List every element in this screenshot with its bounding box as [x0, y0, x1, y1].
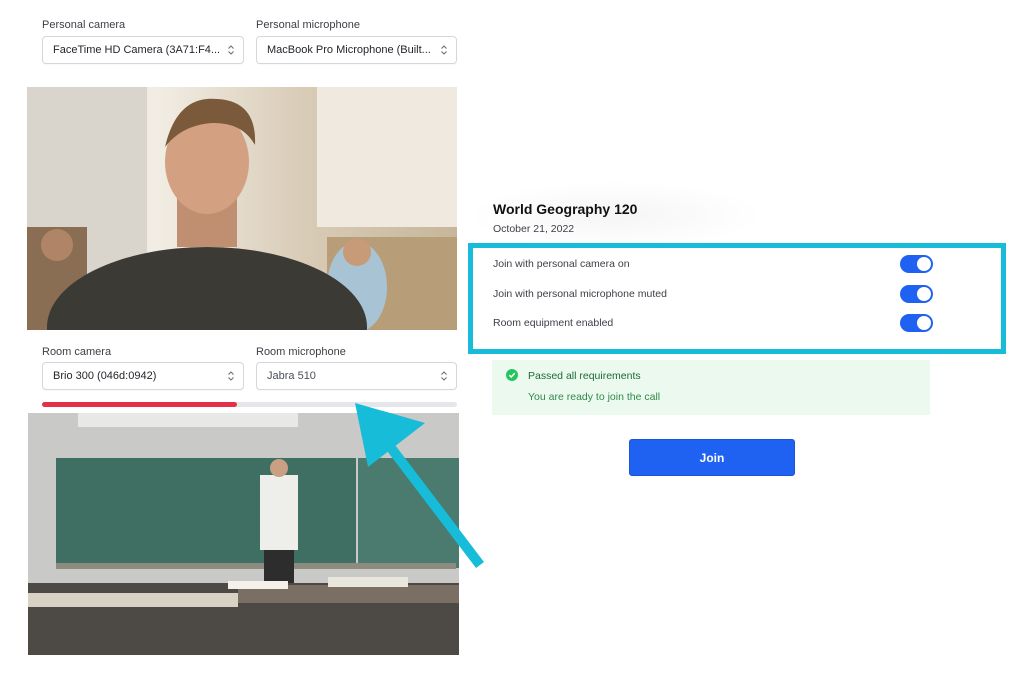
personal-camera-image	[27, 87, 457, 330]
room-camera-label: Room camera	[42, 346, 112, 358]
requirements-status-box	[492, 360, 930, 415]
room-microphone-select[interactable]: Jabra 510	[256, 362, 457, 390]
join-button[interactable]: Join	[629, 439, 795, 476]
check-circle-icon	[506, 369, 518, 381]
options-highlight-box	[468, 243, 1006, 354]
chevron-updown-icon	[441, 45, 447, 55]
personal-camera-label: Personal camera	[42, 19, 126, 31]
requirements-title: Passed all requirements	[528, 370, 641, 382]
personal-microphone-select[interactable]: MacBook Pro Microphone (Built...	[256, 36, 457, 64]
meeting-date: October 21, 2022	[493, 223, 575, 235]
room-camera-image	[28, 413, 459, 655]
room-microphone-value: Jabra 510	[267, 370, 316, 382]
room-microphone-label: Room microphone	[256, 346, 346, 358]
room-microphone-level-meter	[42, 402, 457, 407]
personal-microphone-label: Personal microphone	[256, 19, 360, 31]
requirements-subtitle: You are ready to join the call	[528, 391, 661, 403]
room-camera-preview	[28, 413, 459, 655]
chevron-updown-icon	[228, 371, 234, 381]
room-camera-value: Brio 300 (046d:0942)	[53, 370, 157, 382]
personal-camera-value: FaceTime HD Camera (3A71:F4...	[53, 44, 219, 56]
room-camera-select[interactable]: Brio 300 (046d:0942)	[42, 362, 244, 390]
personal-camera-preview	[27, 87, 457, 330]
personal-camera-select[interactable]: FaceTime HD Camera (3A71:F4...	[42, 36, 244, 64]
room-microphone-level-fill	[42, 402, 238, 407]
meeting-title: World Geography 120	[493, 201, 638, 217]
personal-microphone-value: MacBook Pro Microphone (Built...	[267, 44, 431, 56]
chevron-updown-icon	[441, 371, 447, 381]
chevron-updown-icon	[228, 45, 234, 55]
